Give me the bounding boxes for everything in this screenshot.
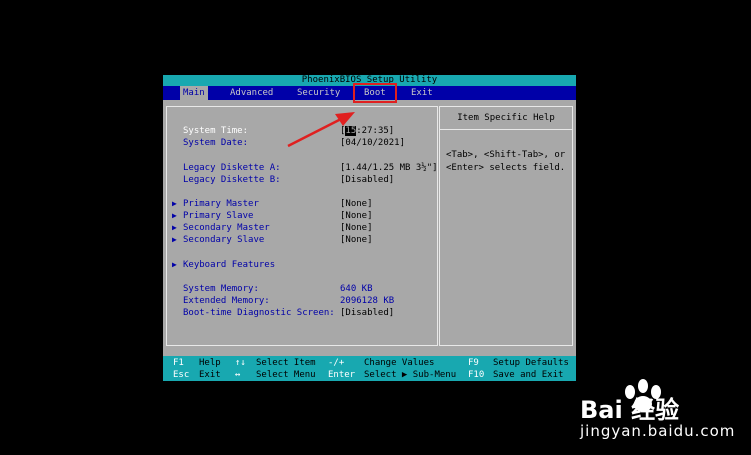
bios-window: PhoenixBIOS Setup Utility Main Advanced … <box>163 75 576 381</box>
submenu-arrow-icon: ▶ <box>172 260 177 269</box>
key-f10-desc: Save and Exit <box>493 370 564 380</box>
key-leftright-desc: Select Menu <box>256 370 316 380</box>
submenu-arrow-icon: ▶ <box>172 235 177 244</box>
submenu-arrow-icon: ▶ <box>172 223 177 232</box>
key-updown: ↑↓ <box>235 358 246 368</box>
primary-slave-value: [None] <box>340 211 373 221</box>
menu-main[interactable]: Main <box>180 86 208 100</box>
menu-advanced[interactable]: Advanced <box>227 86 276 100</box>
secondary-master-label[interactable]: Secondary Master <box>183 222 270 234</box>
key-enter: Enter <box>328 370 356 380</box>
key-esc-desc: Exit <box>199 370 221 380</box>
diskette-b-label: Legacy Diskette B: <box>183 175 281 185</box>
primary-master-value: [None] <box>340 199 373 209</box>
key-updown-desc: Select Item <box>256 358 316 368</box>
footer-key-legend: F1 Help ↑↓ Select Item -/+ Change Values… <box>163 356 576 381</box>
system-time-label: System Time: <box>183 126 249 136</box>
key-f9: F9 <box>468 358 479 368</box>
key-f10: F10 <box>468 370 485 380</box>
watermark-brand: Bai 经验 <box>580 396 680 424</box>
system-memory-label: System Memory: <box>183 284 259 294</box>
primary-slave-label[interactable]: Primary Slave <box>183 210 253 222</box>
secondary-slave-label[interactable]: Secondary Slave <box>183 234 264 246</box>
diskette-b-value[interactable]: [Disabled] <box>340 174 394 186</box>
primary-master-label[interactable]: Primary Master <box>183 198 259 210</box>
key-minus-plus-desc: Change Values <box>364 358 435 368</box>
system-date-label: System Date: <box>183 138 249 148</box>
submenu-arrow-icon: ▶ <box>172 199 177 208</box>
help-text: <Tab>, <Shift-Tab>, or <Enter> selects f… <box>446 150 566 173</box>
key-f1-desc: Help <box>199 358 221 368</box>
menu-exit[interactable]: Exit <box>408 86 436 100</box>
diagnostic-screen-label: Boot-time Diagnostic Screen: <box>183 308 335 318</box>
boot-highlight-annotation <box>353 83 397 103</box>
menu-security[interactable]: Security <box>294 86 343 100</box>
key-minus-plus: -/+ <box>328 358 345 368</box>
key-f1: F1 <box>173 358 184 368</box>
keyboard-features-label[interactable]: Keyboard Features <box>183 259 275 271</box>
secondary-slave-value: [None] <box>340 235 373 245</box>
key-f9-desc: Setup Defaults <box>493 358 569 368</box>
system-memory-value: 640 KB <box>340 284 373 294</box>
diskette-a-value[interactable]: [1.44/1.25 MB 3½"] <box>340 162 438 174</box>
secondary-master-value: [None] <box>340 223 373 233</box>
diagnostic-screen-value[interactable]: [Disabled] <box>340 307 394 319</box>
extended-memory-label: Extended Memory: <box>183 296 270 306</box>
key-enter-desc: Select ▶ Sub-Menu <box>364 370 457 380</box>
diskette-a-label: Legacy Diskette A: <box>183 163 281 173</box>
help-panel: Item Specific Help <Tab>, <Shift-Tab>, o… <box>439 106 573 346</box>
extended-memory-value: 2096128 KB <box>340 296 395 306</box>
watermark-url: jingyan.baidu.com <box>580 422 736 440</box>
submenu-arrow-icon: ▶ <box>172 211 177 220</box>
annotation-arrow-icon <box>287 112 355 148</box>
key-esc: Esc <box>173 370 190 380</box>
help-title: Item Specific Help <box>440 107 572 130</box>
key-leftright: ↔ <box>235 370 241 380</box>
